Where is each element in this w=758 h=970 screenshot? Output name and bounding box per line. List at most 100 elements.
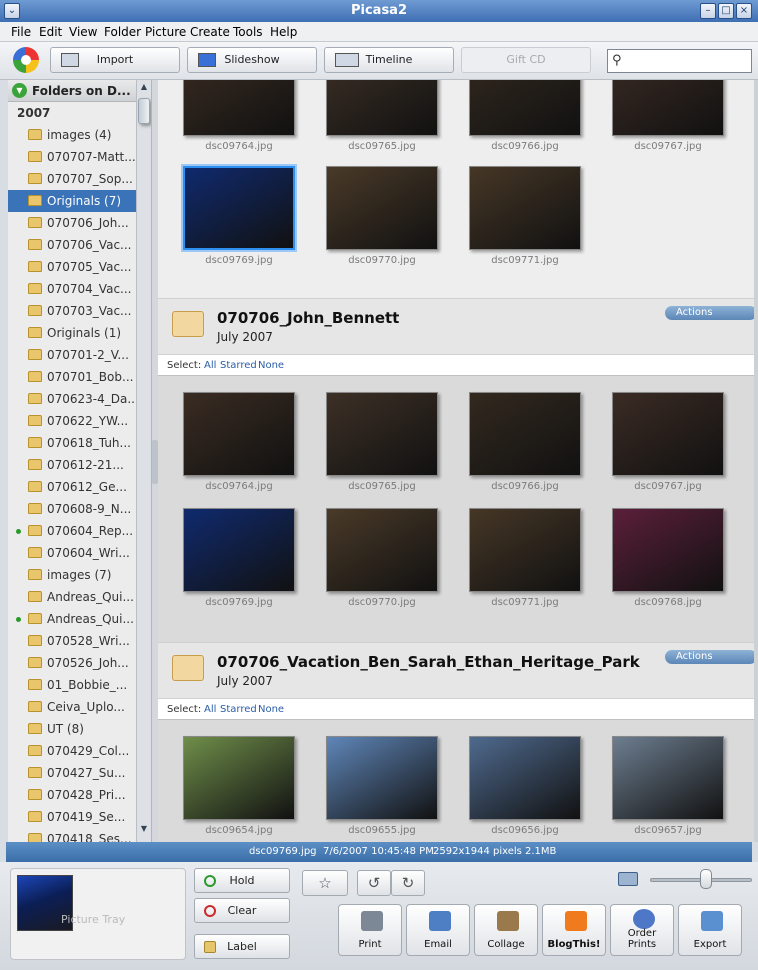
folder-item[interactable]: 070612_Ge... <box>8 476 136 498</box>
print-button[interactable]: Print <box>338 904 402 956</box>
folder-item[interactable]: 070703_Vac... <box>8 300 136 322</box>
collapse-icon[interactable]: ▼ <box>12 83 27 98</box>
slideshow-button[interactable]: Slideshow <box>187 47 317 73</box>
folder-item[interactable]: 070604_Wri... <box>8 542 136 564</box>
rotate-right-button[interactable]: ↻ <box>391 870 425 896</box>
folder-item[interactable]: 070707-Matt... <box>8 146 136 168</box>
album-title[interactable]: 070706_John_Bennett <box>217 309 399 327</box>
select-none-link[interactable]: None <box>258 360 284 371</box>
album-title[interactable]: 070706_Vacation_Ben_Sarah_Ethan_Heritage… <box>217 653 640 671</box>
gift-cd-button[interactable]: Gift CD <box>461 47 591 73</box>
menu-tools[interactable]: Tools <box>233 25 263 39</box>
scroll-down-icon[interactable]: ▼ <box>138 824 150 838</box>
select-all-link[interactable]: All <box>204 360 216 371</box>
photo-thumbnail[interactable] <box>326 166 438 250</box>
collage-button[interactable]: Collage <box>474 904 538 956</box>
folder-item[interactable]: images (4) <box>8 124 136 146</box>
picture-tray[interactable]: Picture Tray <box>10 868 186 960</box>
folder-item[interactable]: UT (8) <box>8 718 136 740</box>
export-button[interactable]: Export <box>678 904 742 956</box>
close-icon[interactable]: × <box>736 3 752 19</box>
photo-thumbnail[interactable] <box>612 392 724 476</box>
menu-file[interactable]: File <box>11 25 31 39</box>
folder-item[interactable]: 070618_Tuh... <box>8 432 136 454</box>
timeline-button[interactable]: Timeline <box>324 47 454 73</box>
folder-item[interactable]: images (7) <box>8 564 136 586</box>
scroll-up-icon[interactable]: ▲ <box>138 82 150 96</box>
import-button[interactable]: Import <box>50 47 180 73</box>
photo-thumbnail[interactable] <box>469 80 581 136</box>
star-button[interactable]: ☆ <box>302 870 348 896</box>
minimize-icon[interactable]: – <box>700 3 716 19</box>
folder-item[interactable]: 070612-21... <box>8 454 136 476</box>
photo-thumbnail[interactable] <box>469 166 581 250</box>
folder-item[interactable]: 070608-9_N... <box>8 498 136 520</box>
select-all-link[interactable]: All <box>204 704 216 715</box>
order-prints-button[interactable]: Order Prints <box>610 904 674 956</box>
folder-item[interactable]: 070706_Vac... <box>8 234 136 256</box>
sidebar-scrollbar[interactable]: ▲ ▼ <box>136 80 151 842</box>
hold-button[interactable]: Hold <box>194 868 290 893</box>
folder-item[interactable]: Ceiva_Uplo... <box>8 696 136 718</box>
folder-item[interactable]: 070701_Bob... <box>8 366 136 388</box>
menu-view[interactable]: View <box>69 25 97 39</box>
actions-button[interactable]: Actions <box>665 650 754 664</box>
folder-item[interactable]: 070604_Rep... <box>8 520 136 542</box>
select-starred-link[interactable]: Starred <box>220 360 257 371</box>
clear-button[interactable]: Clear <box>194 898 290 923</box>
photo-thumbnail[interactable] <box>469 508 581 592</box>
menu-edit[interactable]: Edit <box>39 25 62 39</box>
menu-help[interactable]: Help <box>270 25 297 39</box>
library-scrollbar[interactable] <box>754 80 758 842</box>
folder-item[interactable]: 070706_Joh... <box>8 212 136 234</box>
folder-item[interactable]: 070705_Vac... <box>8 256 136 278</box>
folder-item[interactable]: 070427_Su... <box>8 762 136 784</box>
zoom-slider-knob[interactable] <box>700 869 713 889</box>
folder-item[interactable]: 070622_YW... <box>8 410 136 432</box>
photo-thumbnail[interactable] <box>612 80 724 136</box>
photo-thumbnail[interactable] <box>612 736 724 820</box>
folder-item[interactable]: 070526_Joh... <box>8 652 136 674</box>
photo-thumbnail[interactable] <box>183 80 295 136</box>
photo-thumbnail[interactable] <box>326 392 438 476</box>
select-starred-link[interactable]: Starred <box>220 704 257 715</box>
photo-thumbnail[interactable] <box>326 508 438 592</box>
folder-item[interactable]: 070623-4_Da... <box>8 388 136 410</box>
email-button[interactable]: Email <box>406 904 470 956</box>
photo-thumbnail[interactable] <box>183 392 295 476</box>
folder-item[interactable]: 070704_Vac... <box>8 278 136 300</box>
menu-create[interactable]: Create <box>190 25 230 39</box>
folder-item[interactable]: Originals (1) <box>8 322 136 344</box>
folder-item[interactable]: 070418_Ses... <box>8 828 136 842</box>
folder-item[interactable]: 070428_Pri... <box>8 784 136 806</box>
folder-item[interactable]: 070701-2_V... <box>8 344 136 366</box>
folders-header[interactable]: ▼ Folders on D... <box>8 80 136 102</box>
menu-folder[interactable]: Folder <box>104 25 141 39</box>
blogthis-button[interactable]: BlogThis! <box>542 904 606 956</box>
photo-thumbnail[interactable] <box>469 736 581 820</box>
photo-thumbnail[interactable] <box>326 736 438 820</box>
rotate-left-button[interactable]: ↺ <box>357 870 391 896</box>
photo-thumbnail[interactable] <box>612 508 724 592</box>
label-button[interactable]: Label <box>194 934 290 959</box>
folder-item[interactable]: 070429_Col... <box>8 740 136 762</box>
photo-thumbnail[interactable] <box>183 736 295 820</box>
search-box[interactable]: ⚲ <box>607 49 752 73</box>
photo-thumbnail[interactable] <box>469 392 581 476</box>
scroll-thumb[interactable] <box>138 98 150 124</box>
folder-item[interactable]: Andreas_Qui... <box>8 608 136 630</box>
select-none-link[interactable]: None <box>258 704 284 715</box>
search-input[interactable] <box>630 52 748 70</box>
photo-thumbnail[interactable] <box>183 166 295 250</box>
actions-button[interactable]: Actions <box>665 306 754 320</box>
folder-item[interactable]: Originals (7) <box>8 190 136 212</box>
folder-item[interactable]: 01_Bobbie_... <box>8 674 136 696</box>
photo-thumbnail[interactable] <box>326 80 438 136</box>
maximize-icon[interactable]: □ <box>718 3 734 19</box>
folder-item[interactable]: Andreas_Qui... <box>8 586 136 608</box>
photo-thumbnail[interactable] <box>183 508 295 592</box>
folder-item[interactable]: 070419_Se... <box>8 806 136 828</box>
folder-item[interactable]: 070528_Wri... <box>8 630 136 652</box>
menu-picture[interactable]: Picture <box>145 25 186 39</box>
folder-item[interactable]: 070707_Sop... <box>8 168 136 190</box>
